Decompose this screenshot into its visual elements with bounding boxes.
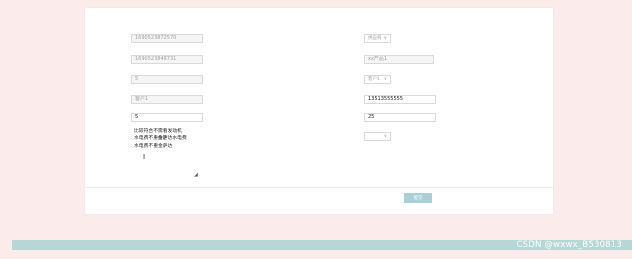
order-qty-input[interactable]: 5 [131, 113, 203, 122]
remark-line: 水电费不重金萨达 [134, 143, 173, 149]
order-status-select[interactable]: ∨ [364, 132, 391, 141]
order-form-card: 订单号 1690523872570 产品编号 1690523848731 价格 … [84, 7, 554, 215]
customer-select-value: 客户1 [368, 77, 380, 82]
remark-textarea[interactable]: 比较符合不需看发动机 水电费不重金萨达水电费 水电费不重金萨达 [134, 128, 187, 150]
text-cursor-icon: I [143, 153, 146, 161]
submit-button[interactable]: 提交 [404, 193, 432, 203]
watermark: CSDN @wxwx_B530813 [516, 240, 622, 250]
remark-line: 水电费不重金萨达水电费 [134, 136, 187, 142]
total-price-input[interactable]: 25 [364, 113, 436, 122]
chevron-down-icon: ∨ [383, 134, 387, 139]
customer-name-field: 客户1 [131, 95, 203, 104]
form-divider [85, 187, 553, 188]
chevron-down-icon: ∨ [383, 77, 387, 82]
supplier-select-value: 供应商 [368, 36, 382, 41]
order-no-field: 1690523872570 [131, 34, 203, 43]
product-name-field: xx产品1 [364, 55, 434, 64]
customer-select[interactable]: 客户1 ∨ [364, 75, 391, 84]
chevron-down-icon: ∨ [383, 36, 387, 41]
product-no-field: 1690523848731 [131, 55, 203, 64]
phone-input[interactable]: 13513555555 [364, 95, 436, 104]
remark-line: 比较符合不需看发动机 [134, 129, 182, 134]
price-field: 5 [131, 75, 203, 84]
supplier-select[interactable]: 供应商 ∨ [364, 34, 391, 43]
resize-handle-icon[interactable]: ◢ [194, 172, 198, 178]
